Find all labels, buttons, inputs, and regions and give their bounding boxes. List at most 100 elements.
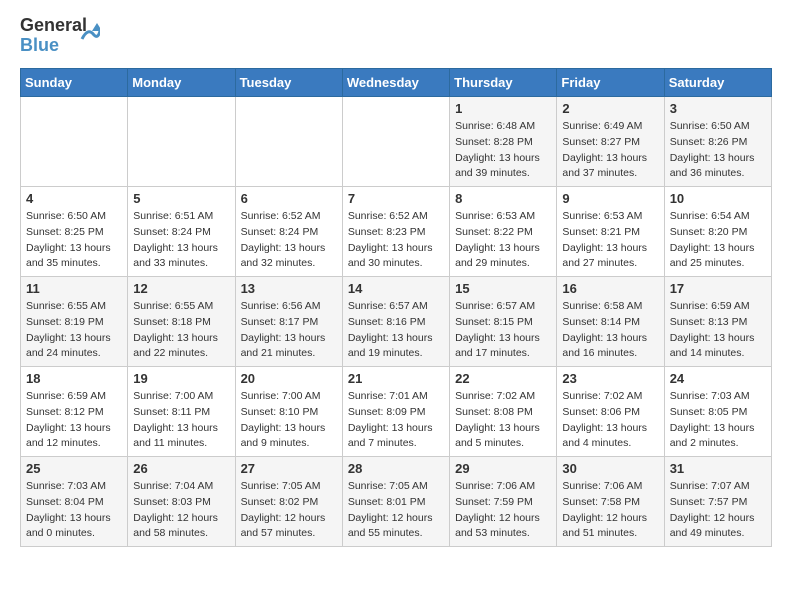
calendar-cell: 7Sunrise: 6:52 AMSunset: 8:23 PMDaylight…	[342, 187, 449, 277]
weekday-header-sunday: Sunday	[21, 69, 128, 97]
calendar-week-row: 4Sunrise: 6:50 AMSunset: 8:25 PMDaylight…	[21, 187, 772, 277]
weekday-header-friday: Friday	[557, 69, 664, 97]
day-number: 1	[455, 101, 551, 116]
calendar-cell: 8Sunrise: 6:53 AMSunset: 8:22 PMDaylight…	[450, 187, 557, 277]
day-number: 28	[348, 461, 444, 476]
calendar-cell: 3 Sunrise: 6:50 AMSunset: 8:26 PMDaylight…	[664, 97, 771, 187]
day-number: 25	[26, 461, 122, 476]
calendar-cell: 16Sunrise: 6:58 AMSunset: 8:14 PMDayligh…	[557, 277, 664, 367]
calendar-week-row: 11Sunrise: 6:55 AMSunset: 8:19 PMDayligh…	[21, 277, 772, 367]
day-number: 19	[133, 371, 229, 386]
calendar-cell: 28 Sunrise: 7:05 AMSunset: 8:01 PMDayligh…	[342, 457, 449, 547]
day-number: 21	[348, 371, 444, 386]
calendar-cell: 30 Sunrise: 7:06 AMSunset: 7:58 PMDayligh…	[557, 457, 664, 547]
day-info: Sunrise: 7:05 AMSunset: 8:02 PMDaylight:…	[241, 479, 337, 542]
day-info: Sunrise: 6:53 AMSunset: 8:21 PMDaylight:…	[562, 209, 658, 272]
day-info: Sunrise: 7:07 AMSunset: 7:57 PMDaylight:…	[670, 479, 766, 542]
day-info: Sunrise: 6:55 AMSunset: 8:19 PMDaylight:…	[26, 299, 122, 362]
day-number: 5	[133, 191, 229, 206]
calendar-table: SundayMondayTuesdayWednesdayThursdayFrid…	[20, 68, 772, 547]
calendar-cell: 6 Sunrise: 6:52 AMSunset: 8:24 PMDaylight…	[235, 187, 342, 277]
day-info: Sunrise: 6:54 AMSunset: 8:20 PMDaylight:…	[670, 209, 766, 272]
day-number: 31	[670, 461, 766, 476]
day-info: Sunrise: 6:59 AMSunset: 8:13 PMDaylight:…	[670, 299, 766, 362]
logo-graphic: General Blue	[20, 16, 78, 58]
calendar-week-row: 18 Sunrise: 6:59 AMSunset: 8:12 PMDayligh…	[21, 367, 772, 457]
calendar-cell: 27 Sunrise: 7:05 AMSunset: 8:02 PMDayligh…	[235, 457, 342, 547]
calendar-cell	[342, 97, 449, 187]
calendar-cell: 22 Sunrise: 7:02 AMSunset: 8:08 PMDayligh…	[450, 367, 557, 457]
day-number: 2	[562, 101, 658, 116]
day-info: Sunrise: 7:06 AMSunset: 7:58 PMDaylight:…	[562, 479, 658, 542]
calendar-cell: 13Sunrise: 6:56 AMSunset: 8:17 PMDayligh…	[235, 277, 342, 367]
day-number: 17	[670, 281, 766, 296]
day-number: 18	[26, 371, 122, 386]
calendar-cell: 2 Sunrise: 6:49 AMSunset: 8:27 PMDaylight…	[557, 97, 664, 187]
calendar-cell: 24 Sunrise: 7:03 AMSunset: 8:05 PMDayligh…	[664, 367, 771, 457]
logo-container: General Blue	[20, 16, 100, 58]
day-info: Sunrise: 6:56 AMSunset: 8:17 PMDaylight:…	[241, 299, 337, 362]
calendar-cell: 21 Sunrise: 7:01 AMSunset: 8:09 PMDayligh…	[342, 367, 449, 457]
day-info: Sunrise: 7:00 AMSunset: 8:11 PMDaylight:…	[133, 389, 229, 452]
logo-general: General	[20, 16, 78, 36]
weekday-header-wednesday: Wednesday	[342, 69, 449, 97]
day-number: 24	[670, 371, 766, 386]
calendar-cell: 26Sunrise: 7:04 AMSunset: 8:03 PMDayligh…	[128, 457, 235, 547]
day-info: Sunrise: 6:49 AMSunset: 8:27 PMDaylight:…	[562, 119, 658, 182]
day-number: 22	[455, 371, 551, 386]
day-info: Sunrise: 6:51 AMSunset: 8:24 PMDaylight:…	[133, 209, 229, 272]
day-number: 16	[562, 281, 658, 296]
weekday-header-row: SundayMondayTuesdayWednesdayThursdayFrid…	[21, 69, 772, 97]
day-info: Sunrise: 7:00 AMSunset: 8:10 PMDaylight:…	[241, 389, 337, 452]
day-number: 14	[348, 281, 444, 296]
calendar-cell: 29 Sunrise: 7:06 AMSunset: 7:59 PMDayligh…	[450, 457, 557, 547]
calendar-cell: 31 Sunrise: 7:07 AMSunset: 7:57 PMDayligh…	[664, 457, 771, 547]
logo: General Blue	[20, 16, 100, 58]
calendar-week-row: 1 Sunrise: 6:48 AMSunset: 8:28 PMDaylight…	[21, 97, 772, 187]
day-info: Sunrise: 7:02 AMSunset: 8:06 PMDaylight:…	[562, 389, 658, 452]
calendar-cell: 11Sunrise: 6:55 AMSunset: 8:19 PMDayligh…	[21, 277, 128, 367]
day-info: Sunrise: 7:03 AMSunset: 8:05 PMDaylight:…	[670, 389, 766, 452]
day-info: Sunrise: 6:52 AMSunset: 8:24 PMDaylight:…	[241, 209, 337, 272]
logo-blue: Blue	[20, 36, 78, 56]
calendar-cell: 9Sunrise: 6:53 AMSunset: 8:21 PMDaylight…	[557, 187, 664, 277]
day-info: Sunrise: 6:57 AMSunset: 8:15 PMDaylight:…	[455, 299, 551, 362]
day-number: 23	[562, 371, 658, 386]
day-number: 27	[241, 461, 337, 476]
calendar-cell: 17 Sunrise: 6:59 AMSunset: 8:13 PMDayligh…	[664, 277, 771, 367]
day-number: 30	[562, 461, 658, 476]
calendar-cell: 10 Sunrise: 6:54 AMSunset: 8:20 PMDayligh…	[664, 187, 771, 277]
day-info: Sunrise: 6:53 AMSunset: 8:22 PMDaylight:…	[455, 209, 551, 272]
calendar-week-row: 25Sunrise: 7:03 AMSunset: 8:04 PMDayligh…	[21, 457, 772, 547]
calendar-cell: 5 Sunrise: 6:51 AMSunset: 8:24 PMDaylight…	[128, 187, 235, 277]
calendar-cell: 12 Sunrise: 6:55 AMSunset: 8:18 PMDayligh…	[128, 277, 235, 367]
day-number: 10	[670, 191, 766, 206]
day-info: Sunrise: 7:06 AMSunset: 7:59 PMDaylight:…	[455, 479, 551, 542]
day-info: Sunrise: 6:52 AMSunset: 8:23 PMDaylight:…	[348, 209, 444, 272]
calendar-cell: 23 Sunrise: 7:02 AMSunset: 8:06 PMDayligh…	[557, 367, 664, 457]
day-info: Sunrise: 6:48 AMSunset: 8:28 PMDaylight:…	[455, 119, 551, 182]
calendar-cell: 1 Sunrise: 6:48 AMSunset: 8:28 PMDaylight…	[450, 97, 557, 187]
day-info: Sunrise: 7:02 AMSunset: 8:08 PMDaylight:…	[455, 389, 551, 452]
day-number: 20	[241, 371, 337, 386]
calendar-cell: 18 Sunrise: 6:59 AMSunset: 8:12 PMDayligh…	[21, 367, 128, 457]
calendar-cell: 20 Sunrise: 7:00 AMSunset: 8:10 PMDayligh…	[235, 367, 342, 457]
day-number: 3	[670, 101, 766, 116]
day-number: 15	[455, 281, 551, 296]
calendar-cell: 19 Sunrise: 7:00 AMSunset: 8:11 PMDayligh…	[128, 367, 235, 457]
day-number: 26	[133, 461, 229, 476]
calendar-cell	[128, 97, 235, 187]
day-info: Sunrise: 7:05 AMSunset: 8:01 PMDaylight:…	[348, 479, 444, 542]
weekday-header-thursday: Thursday	[450, 69, 557, 97]
page-header: General Blue	[20, 16, 772, 58]
calendar-body: 1 Sunrise: 6:48 AMSunset: 8:28 PMDaylight…	[21, 97, 772, 547]
day-info: Sunrise: 6:55 AMSunset: 8:18 PMDaylight:…	[133, 299, 229, 362]
calendar-cell: 25Sunrise: 7:03 AMSunset: 8:04 PMDayligh…	[21, 457, 128, 547]
day-info: Sunrise: 7:01 AMSunset: 8:09 PMDaylight:…	[348, 389, 444, 452]
day-number: 6	[241, 191, 337, 206]
day-info: Sunrise: 6:59 AMSunset: 8:12 PMDaylight:…	[26, 389, 122, 452]
day-number: 29	[455, 461, 551, 476]
day-number: 12	[133, 281, 229, 296]
day-info: Sunrise: 6:50 AMSunset: 8:26 PMDaylight:…	[670, 119, 766, 182]
day-info: Sunrise: 6:57 AMSunset: 8:16 PMDaylight:…	[348, 299, 444, 362]
